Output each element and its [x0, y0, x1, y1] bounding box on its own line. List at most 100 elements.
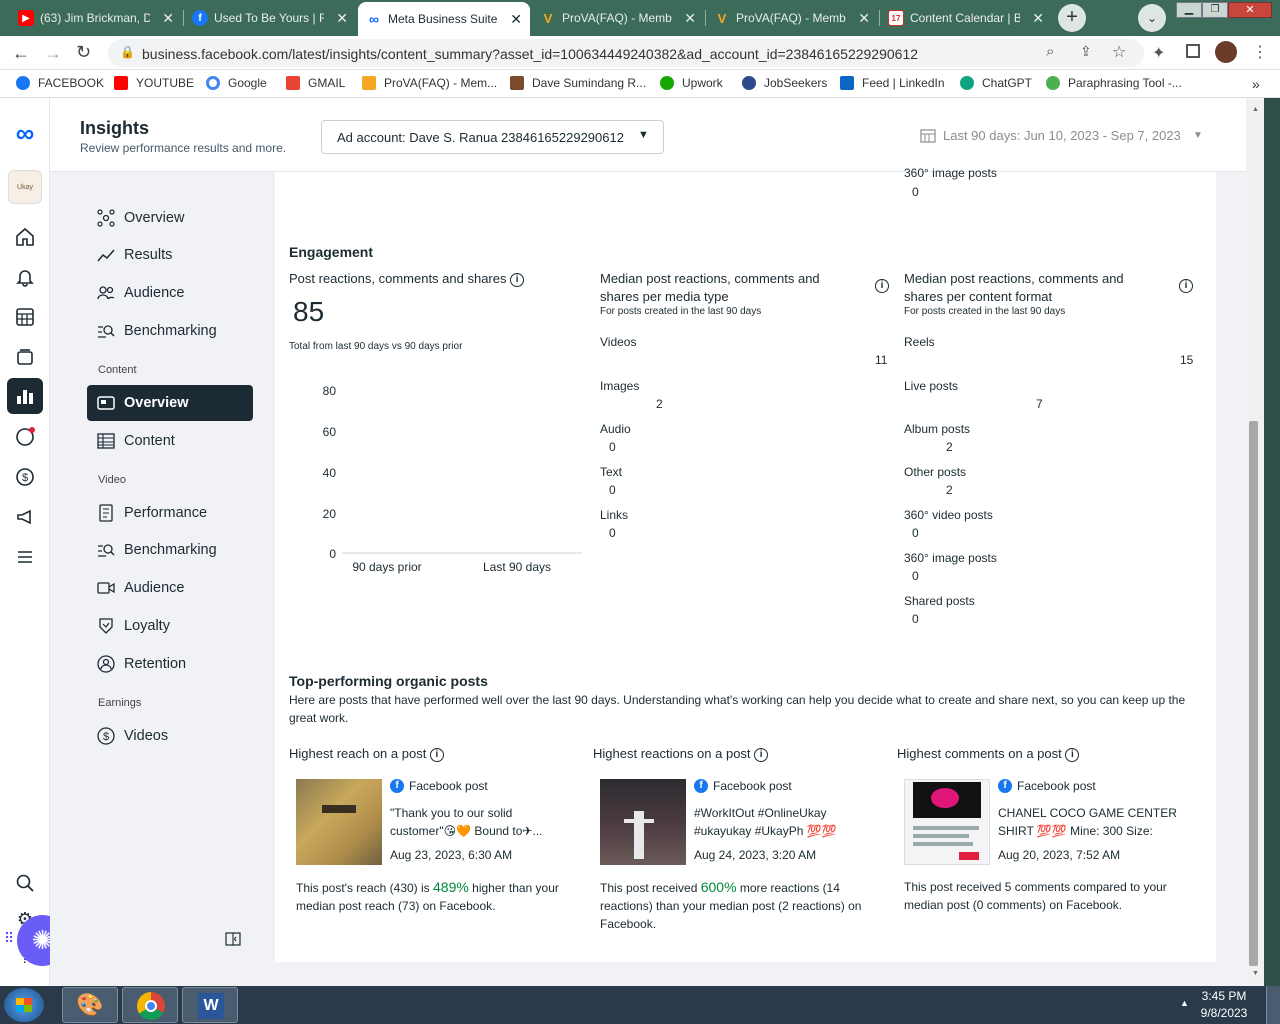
reload-icon[interactable]: ↻ — [76, 42, 91, 63]
post-caption[interactable]: CHANEL COCO GAME CENTER SHIRT 💯💯 Mine: 3… — [998, 804, 1188, 840]
ad-account-dropdown[interactable]: Ad account: Dave S. Ranua 23846165229290… — [321, 120, 664, 154]
sidebar-item-overview[interactable]: Overview — [87, 200, 253, 236]
meta-logo-icon[interactable]: ∞ — [12, 118, 38, 148]
drag-handle-icon[interactable]: ⠿ — [4, 930, 14, 947]
close-tab-icon[interactable]: ✕ — [510, 11, 522, 28]
post-thumbnail[interactable] — [600, 779, 686, 865]
tray-expand-icon[interactable]: ▲ — [1180, 998, 1189, 1008]
monetization-dollar-icon[interactable]: $ — [12, 464, 38, 490]
chrome-app-icon[interactable] — [122, 987, 178, 1023]
sidebar-item-earnings-videos[interactable]: $ Videos — [87, 718, 253, 754]
browser-tab-active[interactable]: ∞ Meta Business Suite ✕ — [358, 2, 530, 36]
close-tab-icon[interactable]: ✕ — [858, 10, 870, 27]
paint-app-icon[interactable]: 🎨 — [62, 987, 118, 1023]
format-row-value: 2 — [946, 440, 953, 454]
caret-down-icon[interactable]: ▼ — [1193, 130, 1203, 141]
scroll-up-arrow-icon[interactable]: ▲ — [1252, 106, 1259, 113]
url-bar[interactable]: 🔒 business.facebook.com/latest/insights/… — [108, 39, 1144, 67]
sidebar-item-content[interactable]: Content — [87, 423, 253, 459]
date-range-selector[interactable]: Last 90 days: Jun 10, 2023 - Sep 7, 2023 — [943, 128, 1181, 143]
ads-megaphone-icon[interactable] — [12, 504, 38, 530]
planner-grid-icon[interactable] — [12, 304, 38, 330]
menu-kebab-icon[interactable]: ⋮ — [1252, 42, 1268, 62]
url-text[interactable]: business.facebook.com/latest/insights/co… — [142, 46, 918, 62]
more-bookmarks-button[interactable]: » — [1252, 76, 1260, 92]
page-avatar[interactable]: Ukay — [8, 170, 42, 204]
tab-search-chevron-icon[interactable]: ⌄ — [1138, 4, 1166, 32]
bookmark-gmail[interactable]: GMAIL — [286, 76, 345, 90]
page-scrollbar[interactable]: ▲ ▼ — [1246, 98, 1264, 986]
post-source[interactable]: f Facebook post — [998, 779, 1096, 793]
sidebar-item-loyalty[interactable]: Loyalty — [87, 608, 253, 644]
sidebar-item-results[interactable]: Results — [87, 237, 253, 273]
inbox-icon[interactable] — [12, 424, 38, 450]
post-thumbnail[interactable] — [904, 779, 990, 865]
scroll-down-arrow-icon[interactable]: ▼ — [1252, 970, 1259, 977]
close-tab-icon[interactable]: ✕ — [684, 10, 696, 27]
bookmark-chatgpt[interactable]: ChatGPT — [960, 76, 1032, 90]
scrollbar-thumb[interactable] — [1249, 421, 1258, 966]
post-caption[interactable]: #WorkItOut #OnlineUkay #ukayukay #UkayPh… — [694, 804, 874, 840]
bookmark-jobseekers[interactable]: JobSeekers — [742, 76, 827, 90]
post-thumbnail[interactable] — [296, 779, 382, 865]
back-arrow-icon[interactable]: ← — [12, 43, 30, 64]
info-icon[interactable]: i — [1065, 747, 1080, 762]
info-icon[interactable]: i — [754, 747, 769, 762]
sidebar-item-content-overview[interactable]: Overview — [87, 385, 253, 421]
bookmark-prova[interactable]: ProVA(FAQ) - Mem... — [362, 76, 497, 90]
info-icon[interactable]: i — [875, 279, 889, 293]
new-tab-button[interactable]: + — [1058, 4, 1086, 32]
total-reactions-value: 85 — [293, 296, 325, 327]
restore-button[interactable]: ❐ — [1202, 2, 1228, 18]
word-app-icon[interactable]: W — [182, 987, 238, 1023]
browser-tab[interactable]: f Used To Be Yours | Fa ✕ — [184, 4, 356, 32]
sidebar-item-performance[interactable]: Performance — [87, 495, 253, 531]
bookmark-paraphrasing[interactable]: Paraphrasing Tool -... — [1046, 76, 1182, 90]
post-source[interactable]: f Facebook post — [694, 779, 792, 793]
clock-date[interactable]: 9/8/2023 — [1190, 1006, 1258, 1020]
search-icon[interactable] — [12, 870, 38, 896]
browser-tab[interactable]: V ProVA(FAQ) - Memb ✕ — [706, 4, 878, 32]
post-date: Aug 20, 2023, 7:52 AM — [998, 848, 1121, 862]
post-caption[interactable]: "Thank you to our solid customer"😘🧡 Boun… — [390, 804, 570, 840]
minimize-button[interactable]: ▁ — [1176, 2, 1202, 18]
sidebar-item-audience[interactable]: Audience — [87, 275, 253, 311]
bookmark-star-icon[interactable]: ☆ — [1112, 42, 1126, 62]
info-icon[interactable]: i — [429, 747, 444, 762]
forward-arrow-icon[interactable]: → — [44, 43, 62, 64]
bookmark-dave[interactable]: Dave Sumindang R... — [510, 76, 646, 90]
share-icon[interactable]: ⇪ — [1080, 43, 1092, 60]
all-tools-menu-icon[interactable] — [12, 544, 38, 570]
bookmark-google[interactable]: Google — [206, 76, 267, 90]
close-window-button[interactable]: ✕ — [1228, 2, 1272, 18]
close-tab-icon[interactable]: ✕ — [336, 10, 348, 27]
notifications-icon[interactable] — [12, 264, 38, 290]
bookmark-upwork[interactable]: Upwork — [660, 76, 723, 90]
close-tab-icon[interactable]: ✕ — [1032, 10, 1044, 27]
bookmark-linkedin[interactable]: Feed | LinkedIn — [840, 76, 945, 90]
browser-tab[interactable]: 17 Content Calendar | B ✕ — [880, 4, 1052, 32]
info-icon[interactable]: i — [1179, 279, 1193, 293]
show-desktop-button[interactable] — [1266, 986, 1280, 1024]
sidebar-item-retention[interactable]: Retention — [87, 646, 253, 682]
sidebar-item-benchmarking[interactable]: Benchmarking — [87, 313, 253, 349]
info-icon[interactable]: i — [510, 272, 525, 287]
start-button[interactable] — [4, 988, 44, 1022]
clock-time[interactable]: 3:45 PM — [1190, 989, 1258, 1003]
zoom-icon[interactable]: ⌕ — [1046, 43, 1054, 60]
collapse-sidebar-icon[interactable] — [225, 932, 241, 946]
sidebar-item-video-benchmarking[interactable]: Benchmarking — [87, 532, 253, 568]
content-icon[interactable] — [12, 344, 38, 370]
browser-tab[interactable]: V ProVA(FAQ) - Memb ✕ — [532, 4, 704, 32]
sidebar-item-video-audience[interactable]: Audience — [87, 570, 253, 606]
browser-tab[interactable]: ▶ (63) Jim Brickman, D ✕ — [10, 4, 182, 32]
bookmark-youtube[interactable]: YOUTUBE — [114, 76, 194, 90]
close-tab-icon[interactable]: ✕ — [162, 10, 174, 27]
bookmark-facebook[interactable]: FACEBOOK — [16, 76, 104, 90]
sidepanel-icon[interactable] — [1186, 44, 1200, 58]
home-icon[interactable] — [12, 224, 38, 250]
profile-avatar[interactable] — [1215, 41, 1237, 63]
post-source[interactable]: f Facebook post — [390, 779, 488, 793]
extensions-icon[interactable]: ✦ — [1152, 43, 1165, 63]
insights-icon[interactable] — [7, 378, 43, 414]
